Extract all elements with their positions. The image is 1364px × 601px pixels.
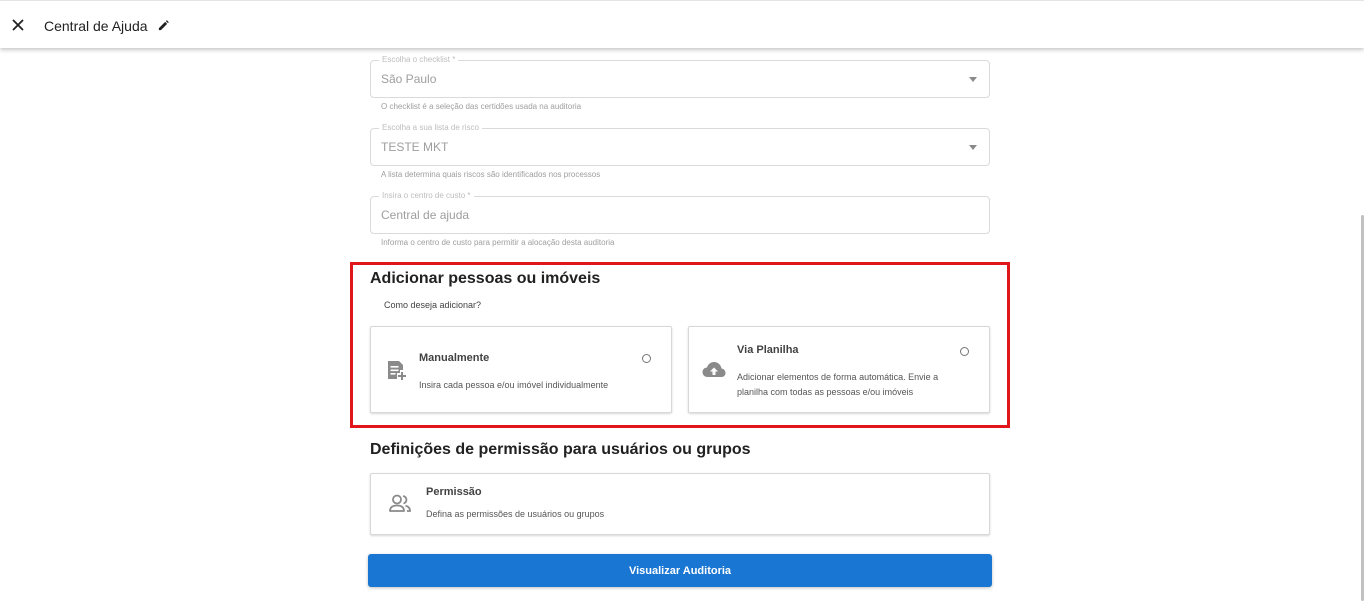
risk-list-select[interactable]: Escolha a sua lista de risco TESTE MKT <box>370 123 990 166</box>
permission-section-title: Definições de permissão para usuários ou… <box>370 441 751 458</box>
manual-option-description: Insira cada pessoa e/ou imóvel individua… <box>419 380 609 390</box>
cost-center-field[interactable]: Insira o centro de custo * <box>370 191 990 234</box>
manual-option-title: Manualmente <box>419 352 490 364</box>
cost-center-input[interactable] <box>381 208 941 222</box>
checklist-helper: O checklist é a seleção das certidões us… <box>381 102 582 111</box>
permission-card[interactable]: Permissão Defina as permissões de usuári… <box>370 473 990 535</box>
close-icon[interactable] <box>6 13 30 37</box>
risk-list-value: TESTE MKT <box>381 140 449 154</box>
spreadsheet-option-description-line1: Adicionar elementos de forma automática.… <box>737 372 939 382</box>
top-app-bar: Central de Ajuda <box>0 0 1364 48</box>
spreadsheet-radio[interactable] <box>960 347 969 356</box>
manual-radio[interactable] <box>642 354 651 363</box>
spreadsheet-option-description-line2: planilha com todas as pessoas e/ou imóve… <box>737 387 914 397</box>
option-card-spreadsheet[interactable]: Via Planilha Adicionar elementos de form… <box>688 326 990 413</box>
dropdown-arrow-icon[interactable] <box>969 77 977 82</box>
add-method-question: Como deseja adicionar? <box>384 300 482 310</box>
cloud-upload-icon <box>701 359 727 381</box>
dropdown-arrow-icon[interactable] <box>969 145 977 150</box>
option-card-manual[interactable]: Manualmente Insira cada pessoa e/ou imóv… <box>370 326 672 413</box>
permission-card-title: Permissão <box>426 486 482 498</box>
pencil-icon[interactable] <box>155 17 171 33</box>
spreadsheet-option-title: Via Planilha <box>737 344 799 356</box>
checklist-value: São Paulo <box>381 72 437 86</box>
risk-list-helper: A lista determina quais riscos são ident… <box>381 170 601 179</box>
people-icon <box>388 493 412 515</box>
add-section-title: Adicionar pessoas ou imóveis <box>370 270 601 287</box>
view-audit-button[interactable]: Visualizar Auditoria <box>368 554 992 587</box>
checklist-label: Escolha o checklist * <box>379 55 459 65</box>
page-title: Central de Ajuda <box>44 18 148 34</box>
note-add-icon <box>385 359 407 381</box>
risk-list-label: Escolha a sua lista de risco <box>379 123 482 133</box>
checklist-select[interactable]: Escolha o checklist * São Paulo <box>370 55 990 98</box>
permission-card-description: Defina as permissões de usuários ou grup… <box>426 509 605 519</box>
cost-center-helper: Informa o centro de custo para permitir … <box>381 238 615 247</box>
cost-center-label: Insira o centro de custo * <box>379 191 474 201</box>
